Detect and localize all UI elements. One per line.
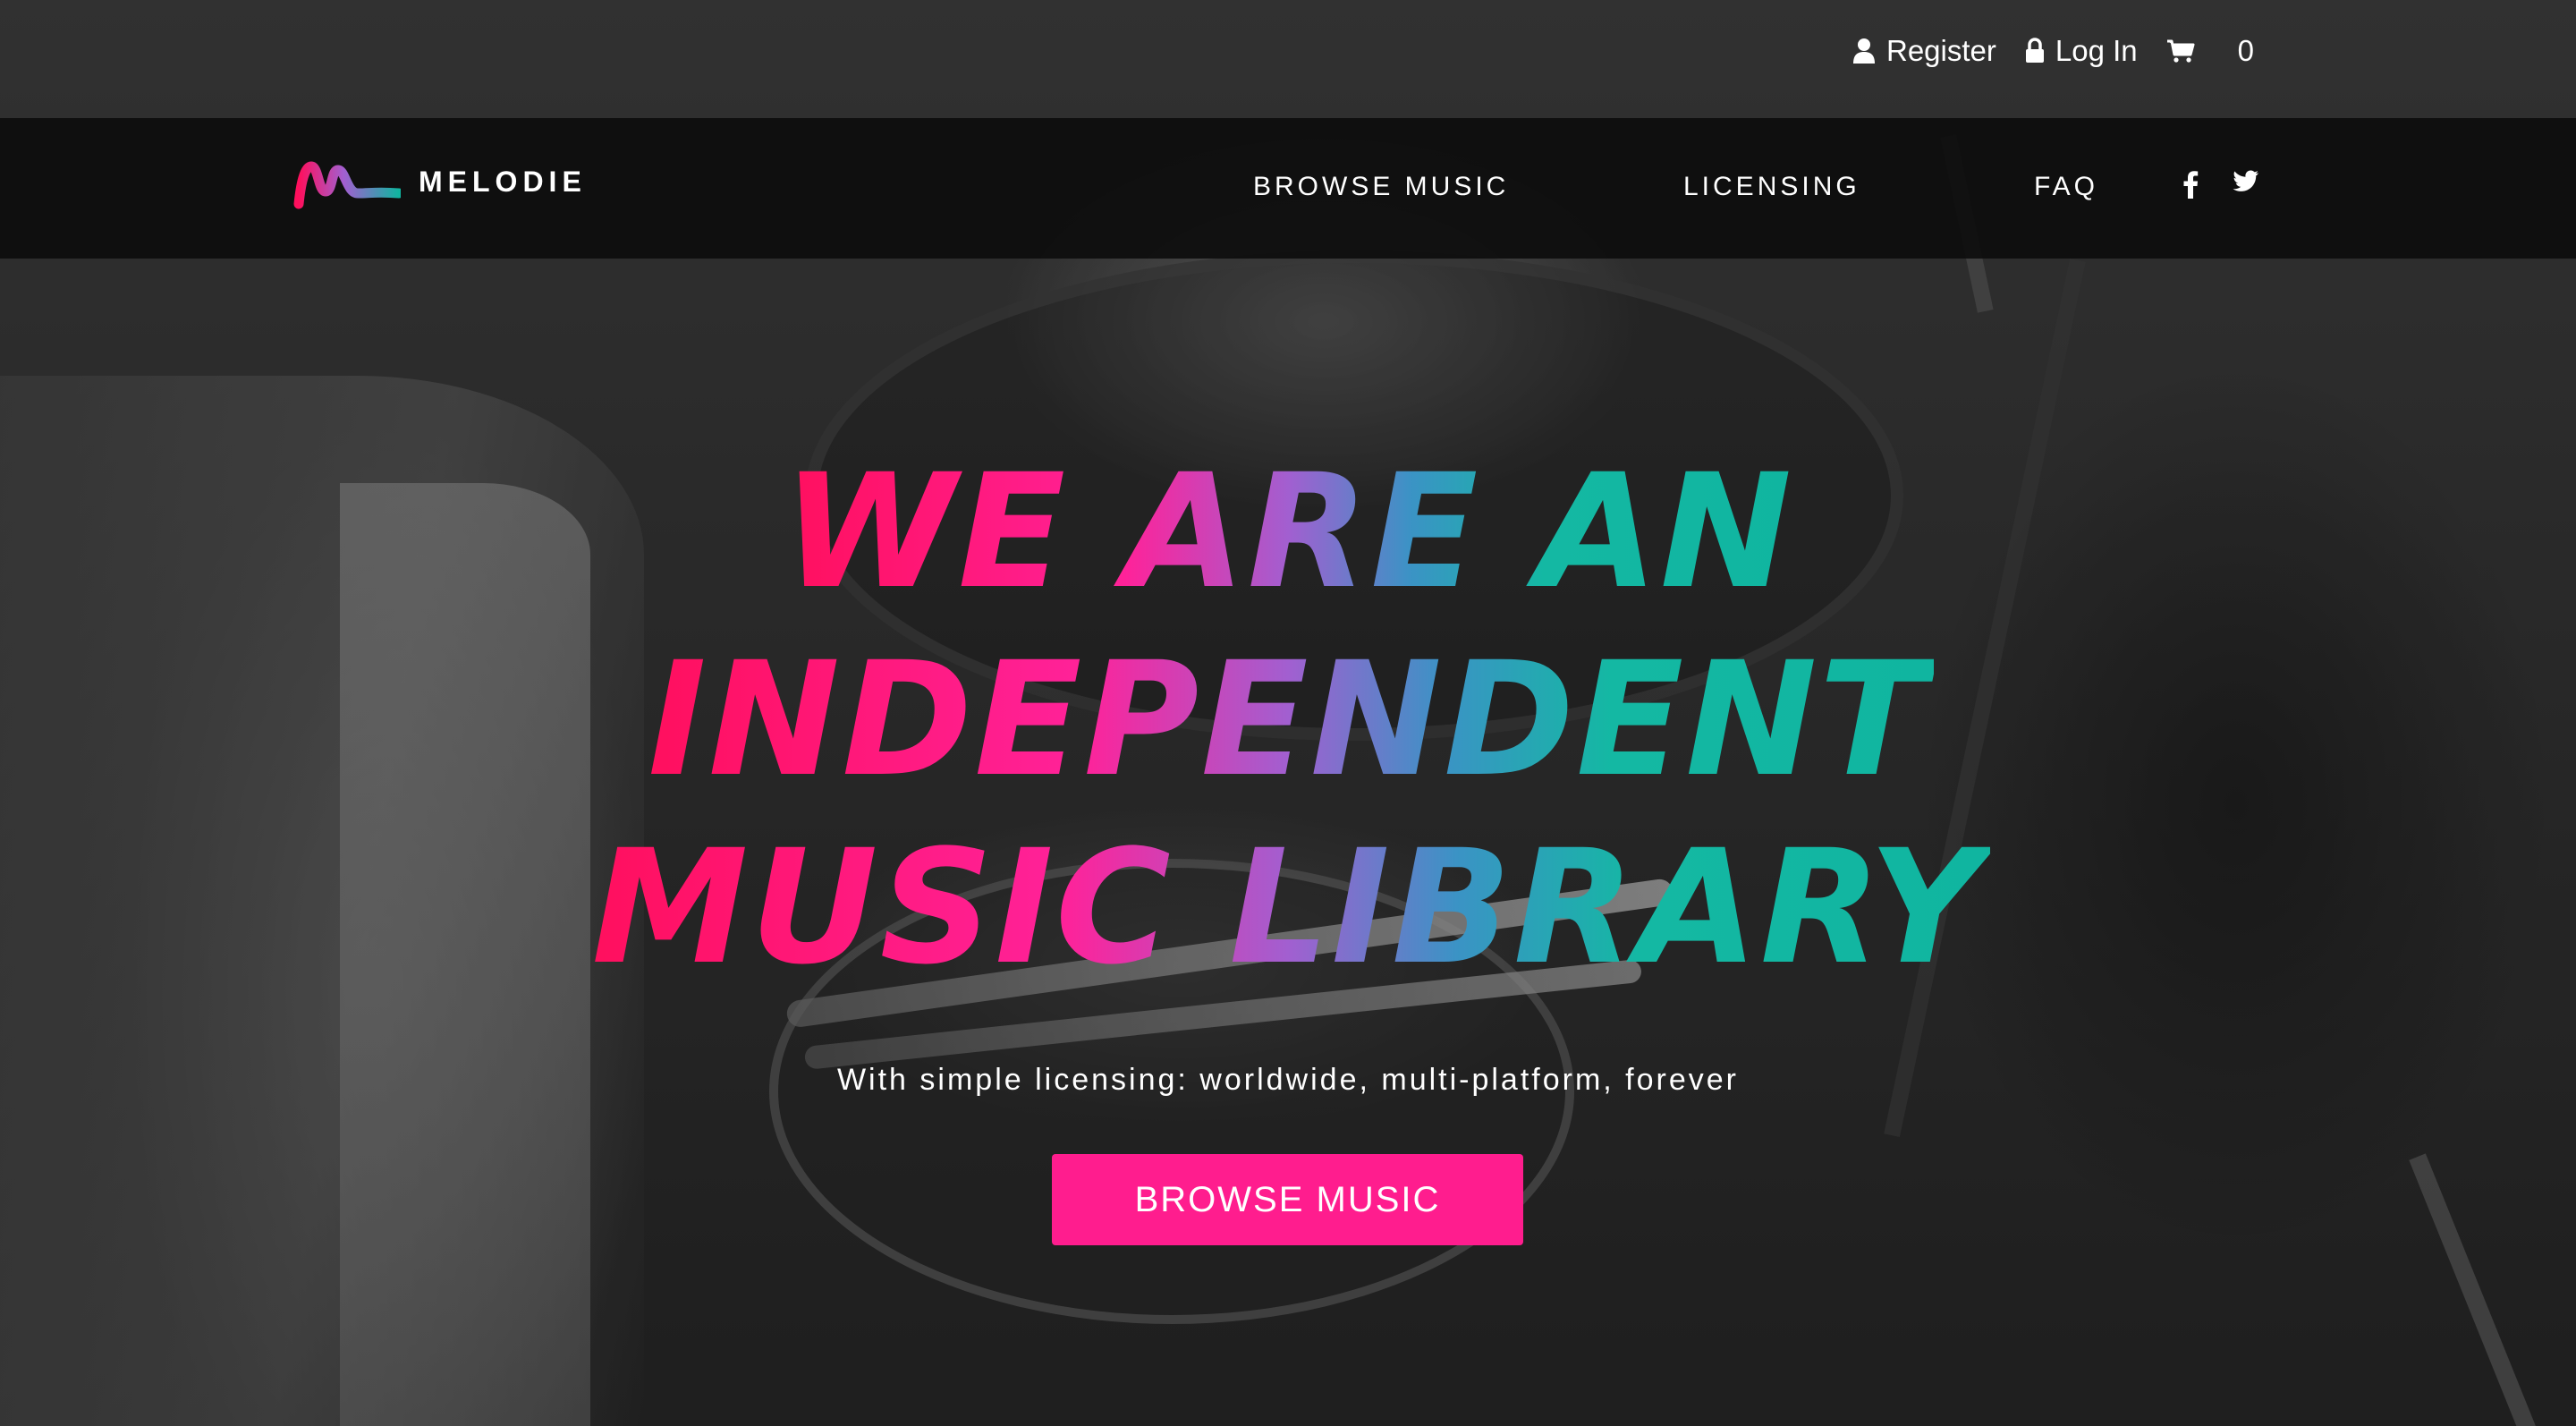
utility-bar: Register Log In 0 bbox=[1824, 34, 2254, 68]
page: Register Log In 0 MELODIE BROWSE MUSIC L… bbox=[0, 0, 2576, 1426]
facebook-link[interactable] bbox=[2182, 170, 2199, 203]
hero-title-line: WE ARE AN bbox=[0, 438, 2576, 626]
browse-music-button[interactable]: BROWSE MUSIC bbox=[1052, 1154, 1523, 1245]
hero-title-line: INDEPENDENT bbox=[0, 626, 2576, 814]
nav-browse-music[interactable]: BROWSE MUSIC bbox=[1253, 172, 1509, 202]
register-link[interactable]: Register bbox=[1852, 34, 1996, 68]
nav-links: BROWSE MUSIC LICENSING FAQ bbox=[0, 118, 2576, 259]
cart-button[interactable]: 0 bbox=[2166, 34, 2254, 68]
hero-title-line-text: MUSIC LIBRARY bbox=[586, 816, 1989, 999]
twitter-icon bbox=[2233, 170, 2258, 191]
facebook-icon bbox=[2183, 171, 2199, 199]
hero-title-line: MUSIC LIBRARY bbox=[0, 814, 2576, 1002]
cart-count: 0 bbox=[2237, 34, 2254, 67]
nav-faq[interactable]: FAQ bbox=[2034, 172, 2098, 202]
login-link[interactable]: Log In bbox=[2025, 34, 2138, 68]
user-icon bbox=[1853, 38, 1875, 64]
nav-licensing[interactable]: LICENSING bbox=[1683, 172, 1860, 202]
hero-title-line-text: INDEPENDENT bbox=[642, 628, 1933, 811]
cart-icon bbox=[2166, 39, 2195, 63]
hero-title-line-text: WE ARE AN bbox=[777, 440, 1799, 624]
hero-title: WE ARE AN INDEPENDENT MUSIC LIBRARY bbox=[0, 438, 2576, 1002]
main-navbar: MELODIE BROWSE MUSIC LICENSING FAQ bbox=[0, 118, 2576, 259]
lock-icon bbox=[2025, 38, 2044, 63]
register-label: Register bbox=[1886, 34, 1996, 67]
twitter-link[interactable] bbox=[2233, 170, 2259, 198]
login-label: Log In bbox=[2055, 34, 2138, 67]
hero-subtitle: With simple licensing: worldwide, multi-… bbox=[836, 1063, 1740, 1097]
